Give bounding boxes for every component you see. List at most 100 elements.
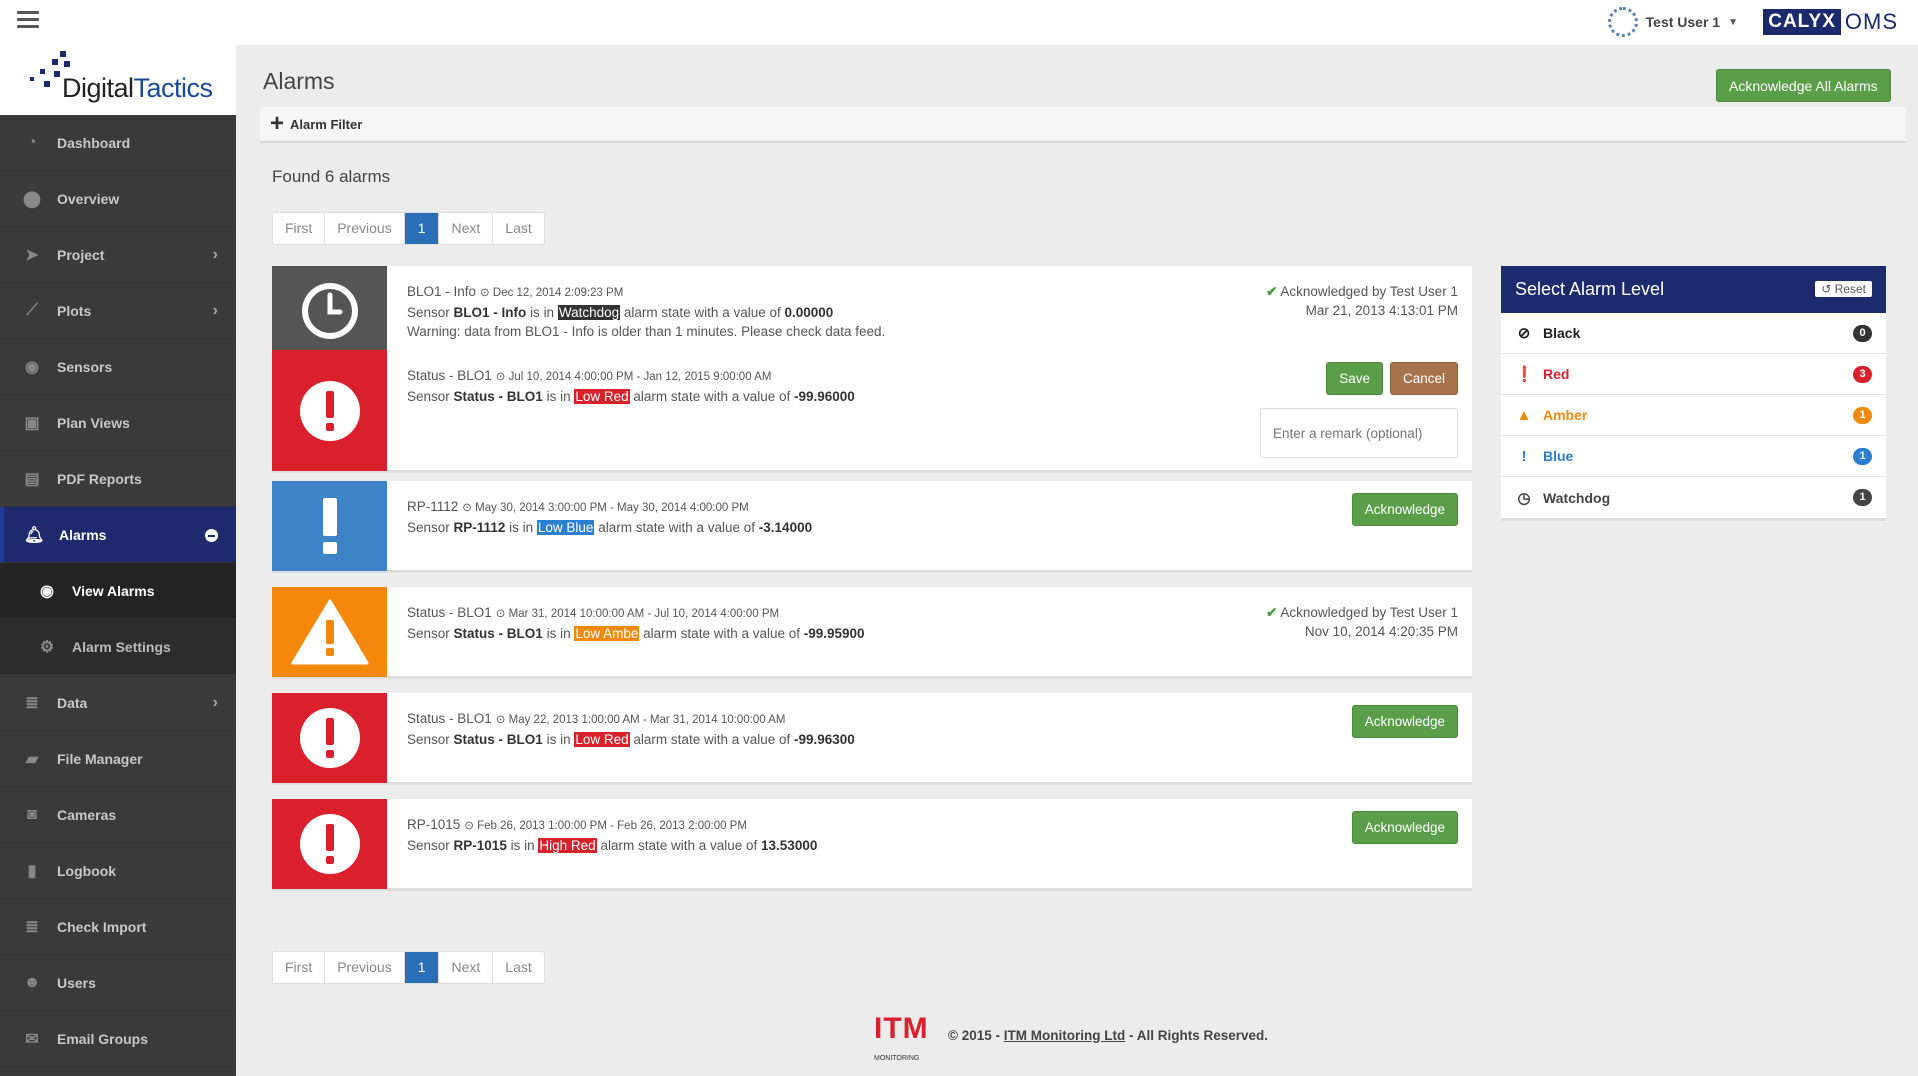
alarm-card: BLO1 - Info ⊙ Dec 12, 2014 2:09:23 PM Sen…: [272, 266, 1472, 358]
pager-current[interactable]: 1: [404, 213, 440, 244]
level-black[interactable]: ⊘ Black 0: [1501, 313, 1886, 354]
sidebar-item-alarms[interactable]: 🔔︎ Alarms: [0, 507, 236, 563]
is-in-word: is in: [546, 626, 571, 641]
company-link[interactable]: ITM Monitoring Ltd: [1004, 1028, 1125, 1043]
alarm-state-word: alarm state with a value of: [600, 838, 758, 853]
digitaltactics-logo[interactable]: DigitalTactics: [0, 45, 236, 115]
pagination-bottom: First Previous 1 Next Last: [272, 951, 545, 984]
save-button[interactable]: Save: [1326, 362, 1383, 395]
alarm-time: ⊙ Jul 10, 2014 4:00:00 PM - Jan 12, 2015…: [496, 371, 772, 383]
collapse-icon[interactable]: [205, 529, 218, 542]
pager-first[interactable]: First: [273, 952, 326, 983]
alarm-time-text: Mar 31, 2014 10:00:00 AM - Jul 10, 2014 …: [508, 608, 780, 620]
sidebar-item-plan-views[interactable]: ▣ Plan Views: [0, 395, 236, 451]
sidebar-item-cameras[interactable]: ◙ Cameras: [0, 787, 236, 843]
hamburger-menu-icon[interactable]: [17, 11, 39, 29]
user-menu[interactable]: Test User 1 ▼: [1607, 7, 1738, 37]
alarm-time-text: May 22, 2013 1:00:00 AM - Mar 31, 2014 1…: [508, 714, 786, 726]
alarm-state-word: alarm state with a value of: [633, 389, 791, 404]
sidebar-item-plots[interactable]: ⟋ Plots ›: [0, 283, 236, 339]
exclamation-icon: [272, 481, 387, 571]
caret-down-icon: ▼: [1728, 16, 1738, 28]
remark-input[interactable]: [1260, 408, 1458, 458]
alarm-name: Status - BLO1: [407, 711, 492, 726]
alarm-body: Status - BLO1 ⊙ May 22, 2013 1:00:00 AM -…: [407, 709, 855, 749]
level-amber[interactable]: ▲ Amber 1: [1501, 395, 1886, 436]
is-in-word: is in: [510, 838, 535, 853]
sidebar-item-label: Sensors: [57, 358, 113, 375]
is-in-word: is in: [546, 389, 571, 404]
pager-previous[interactable]: Previous: [325, 213, 405, 244]
calyx-brand: CALYX: [1763, 9, 1841, 35]
alarm-state-word: alarm state with a value of: [623, 305, 781, 320]
sidebar-item-overview[interactable]: ⬤ Overview: [0, 171, 236, 227]
sidebar-item-alarm-settings[interactable]: ⚙ Alarm Settings: [0, 619, 236, 675]
sidebar-item-pdf-reports[interactable]: ▤ PDF Reports: [0, 451, 236, 507]
clock-icon: [272, 266, 387, 356]
chevron-right-icon: ›: [212, 301, 218, 319]
alarm-sensor: Status - BLO1: [453, 389, 543, 404]
alarm-name: Status - BLO1: [407, 605, 492, 620]
pager-last[interactable]: Last: [493, 952, 543, 983]
alarm-body: RP-1112 ⊙ May 30, 2014 3:00:00 PM - May 3…: [407, 497, 812, 537]
pager-first[interactable]: First: [273, 213, 326, 244]
itm-logo-sub: MONITORING: [874, 1055, 920, 1062]
level-watchdog[interactable]: ◷ Watchdog 1: [1501, 477, 1886, 518]
check-icon: ✔: [1266, 605, 1278, 620]
sensor-word: Sensor: [407, 389, 450, 404]
level-label: Blue: [1543, 448, 1574, 464]
level-red[interactable]: ❗ Red 3: [1501, 354, 1886, 395]
alarm-state-word: alarm state with a value of: [633, 732, 791, 747]
pager-previous[interactable]: Previous: [325, 952, 405, 983]
alarm-filter-toggle[interactable]: + Alarm Filter: [260, 107, 1906, 143]
sidebar-item-file-manager[interactable]: ▰ File Manager: [0, 731, 236, 787]
sidebar-item-sensors[interactable]: ◉ Sensors: [0, 339, 236, 395]
alarm-name: RP-1112: [407, 499, 459, 514]
is-in-word: is in: [509, 520, 534, 535]
level-count-badge: 1: [1853, 448, 1872, 465]
level-label: Black: [1543, 325, 1581, 341]
sidebar-item-view-alarms[interactable]: ◉ View Alarms: [0, 563, 236, 619]
cancel-button[interactable]: Cancel: [1389, 362, 1458, 395]
alarm-card: RP-1112 ⊙ May 30, 2014 3:00:00 PM - May 3…: [272, 481, 1472, 573]
acknowledge-button[interactable]: Acknowledge: [1351, 493, 1458, 526]
clock-small-icon: ⊙: [495, 714, 506, 726]
sidebar-item-label: Plots: [57, 302, 92, 319]
level-blue[interactable]: ! Blue 1: [1501, 436, 1886, 477]
pager-next[interactable]: Next: [439, 952, 494, 983]
alarm-sensor: BLO1 - Info: [453, 305, 527, 320]
sidebar-item-label: Alarms: [59, 526, 107, 543]
pager-last[interactable]: Last: [493, 213, 543, 244]
alarm-card: Status - BLO1 ⊙ May 22, 2013 1:00:00 AM -…: [272, 693, 1472, 785]
alarm-time: ⊙ Feb 26, 2013 1:00:00 PM - Feb 26, 2013…: [464, 820, 747, 832]
database-icon: ≣: [25, 918, 39, 936]
sidebar-item-data[interactable]: ≣ Data ›: [0, 675, 236, 731]
pager-current[interactable]: 1: [404, 952, 440, 983]
sidebar-item-dashboard[interactable]: ◔ Dashboard: [0, 115, 236, 171]
sidebar-item-project[interactable]: ➤ Project ›: [0, 227, 236, 283]
alarm-level-panel: Select Alarm Level ↺ Reset ⊘ Black 0 ❗ R…: [1501, 266, 1886, 521]
sidebar-item-check-import[interactable]: ≣ Check Import: [0, 899, 236, 955]
reset-button[interactable]: ↺ Reset: [1815, 281, 1872, 297]
sidebar-item-label: View Alarms: [72, 582, 155, 599]
alarm-time: ⊙ May 30, 2014 3:00:00 PM - May 30, 2014…: [462, 502, 748, 514]
sidebar-item-email-groups[interactable]: ✉ Email Groups: [0, 1011, 236, 1067]
acknowledge-button[interactable]: Acknowledge: [1351, 705, 1458, 738]
acknowledge-button[interactable]: Acknowledge: [1351, 811, 1458, 844]
book-icon: ▮: [27, 862, 37, 880]
check-icon: ✔: [1266, 284, 1278, 299]
results-count: Found 6 alarms: [272, 167, 391, 186]
sidebar-item-logbook[interactable]: ▮ Logbook: [0, 843, 236, 899]
sidebar-item-users[interactable]: ☻ Users: [0, 955, 236, 1011]
bell-icon: 🔔︎: [24, 526, 45, 544]
ack-time: Nov 10, 2014 4:20:35 PM: [1304, 624, 1458, 639]
alarm-state-tag: Low Ambe: [574, 626, 640, 641]
acknowledge-all-button[interactable]: Acknowledge All Alarms: [1716, 69, 1891, 102]
alarm-value: 13.53000: [761, 838, 818, 853]
page-title: Alarms: [263, 68, 335, 94]
exclamation-circle-icon: [272, 799, 387, 889]
pager-next[interactable]: Next: [439, 213, 494, 244]
sidebar-item-label: Data: [57, 694, 88, 711]
users-icon: ☻: [23, 973, 41, 991]
alarm-state-word: alarm state with a value of: [598, 520, 756, 535]
